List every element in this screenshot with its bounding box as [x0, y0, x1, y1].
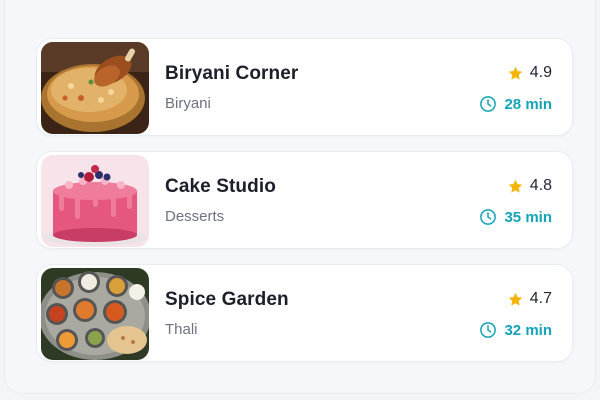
delivery-time-value: 35 min: [504, 208, 552, 226]
restaurant-image: [41, 268, 149, 360]
restaurant-list-panel: Biryani Corner Biryani 4.9 28 min Cake S…: [4, 0, 596, 394]
clock-icon: [480, 322, 497, 338]
restaurant-card[interactable]: Biryani Corner Biryani 4.9 28 min: [36, 38, 573, 136]
delivery-time: 32 min: [479, 321, 552, 339]
delivery-time-value: 32 min: [504, 321, 552, 339]
rating: 4.8: [507, 177, 552, 195]
star-icon: [508, 179, 522, 193]
rating-value: 4.8: [529, 177, 552, 194]
restaurant-image: [41, 42, 149, 134]
delivery-time-value: 28 min: [504, 95, 552, 113]
star-icon: [508, 292, 522, 306]
restaurant-image: [41, 155, 149, 247]
restaurant-category: Desserts: [165, 208, 225, 225]
star-icon: [508, 66, 522, 80]
rating: 4.9: [507, 64, 552, 82]
rating-value: 4.9: [529, 64, 552, 81]
restaurant-card[interactable]: Cake Studio Desserts 4.8 35 min: [36, 151, 573, 249]
rating: 4.7: [507, 290, 552, 308]
restaurant-name: Biryani Corner: [165, 63, 299, 84]
restaurant-category: Biryani: [165, 95, 211, 112]
rating-value: 4.7: [529, 290, 552, 307]
restaurant-name: Cake Studio: [165, 176, 276, 197]
delivery-time: 35 min: [479, 208, 552, 226]
delivery-time: 28 min: [479, 95, 552, 113]
restaurant-name: Spice Garden: [165, 289, 289, 310]
restaurant-card[interactable]: Spice Garden Thali 4.7 32 min: [36, 264, 573, 362]
restaurant-category: Thali: [165, 321, 198, 338]
clock-icon: [480, 209, 497, 225]
clock-icon: [480, 96, 497, 112]
